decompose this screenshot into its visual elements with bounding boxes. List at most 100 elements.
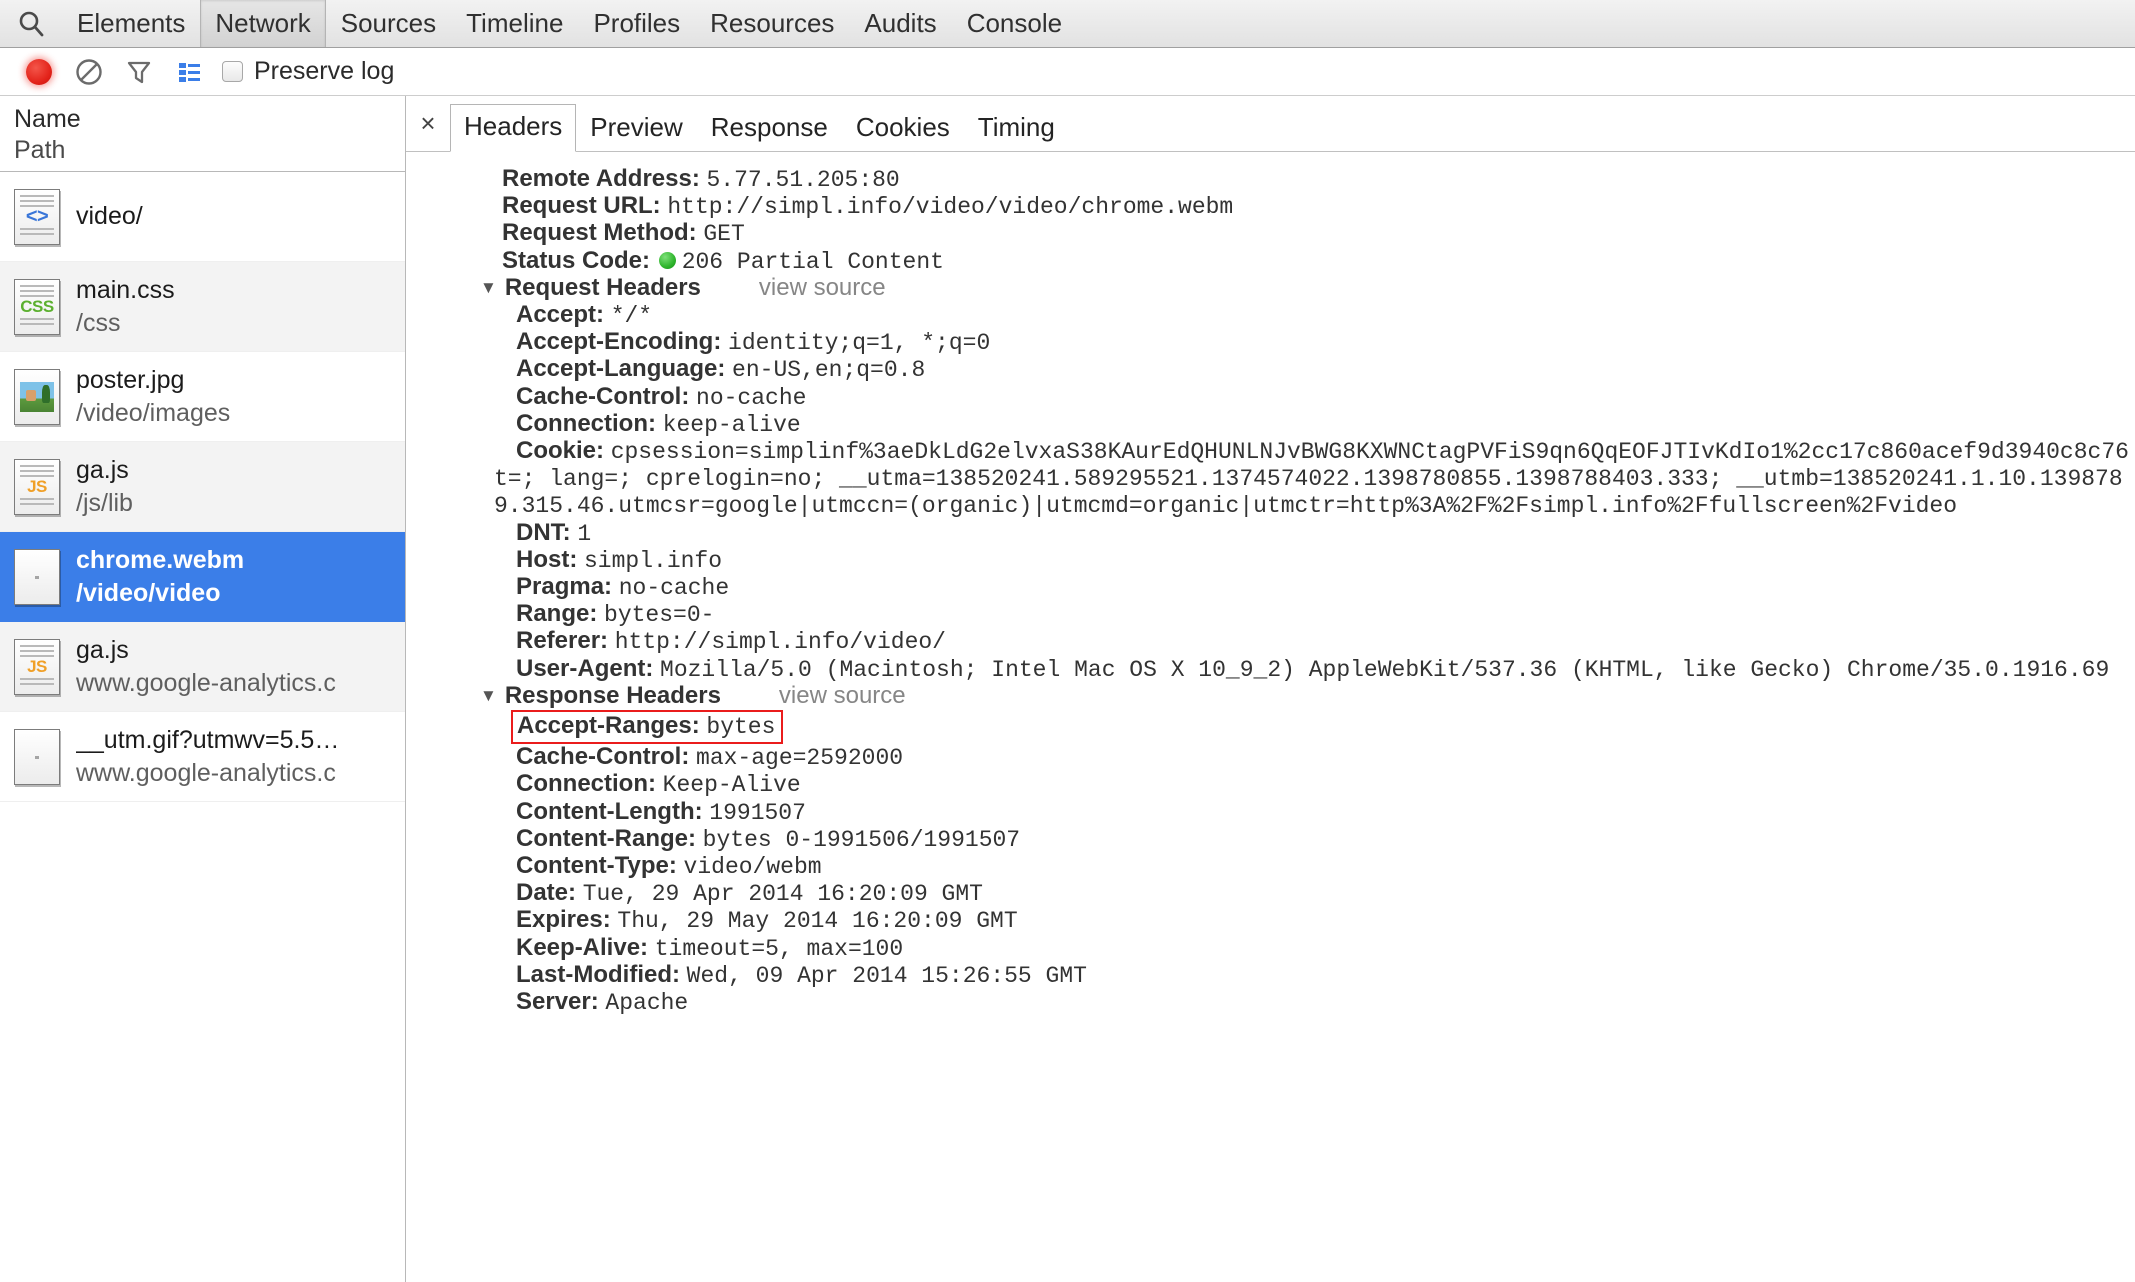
- request-headers-section-header[interactable]: ▼ Request Headers view source: [406, 275, 2135, 302]
- cookie-value-line1: cpsession=simplinf%3aeDkLdG2elvxaS38KAur…: [610, 439, 2129, 466]
- general-info-row: Request URL: http://simpl.info/video/vid…: [406, 193, 2135, 220]
- request-header-row: Accept-Encoding: identity;q=1, *;q=0: [406, 329, 2135, 356]
- tab-network[interactable]: Network: [200, 0, 326, 47]
- response-headers-section-header[interactable]: ▼ Response Headers view source: [406, 683, 2135, 710]
- request-header-row: DNT: 1: [406, 520, 2135, 547]
- request-row-name: __utm.gif?utmwv=5.5…: [76, 726, 340, 754]
- preserve-log-checkbox[interactable]: [222, 61, 243, 82]
- response-header-key: Content-Type:: [516, 852, 677, 880]
- request-row[interactable]: JS ga.js/js/lib: [0, 442, 405, 532]
- js-document-icon: JS: [14, 458, 60, 515]
- detail-tab-cookies[interactable]: Cookies: [842, 105, 964, 152]
- chevron-down-icon[interactable]: ▼: [480, 275, 497, 300]
- request-header-value: no-cache: [696, 384, 807, 411]
- record-dot-icon: [26, 58, 52, 85]
- status-code-key: Status Code:: [502, 246, 651, 274]
- request-header-row: Referer: http://simpl.info/video/: [406, 628, 2135, 655]
- request-row[interactable]: CSS main.css/css: [0, 262, 405, 352]
- devtools-tab-bar: Elements Network Sources Timeline Profiles Re…: [0, 0, 2135, 48]
- request-row-name: ga.js: [76, 636, 129, 664]
- html-document-icon: <>: [14, 188, 60, 245]
- tab-elements[interactable]: Elements: [62, 0, 200, 47]
- accept-ranges-value: bytes: [706, 714, 776, 741]
- request-row-path: /css: [76, 308, 121, 337]
- network-toolbar: Preserve log: [0, 48, 2135, 96]
- status-code-row: Status Code: 206 Partial Content: [406, 248, 2135, 275]
- detail-tab-preview[interactable]: Preview: [576, 105, 696, 152]
- request-header-value: identity;q=1, *;q=0: [728, 330, 991, 357]
- request-row[interactable]: poster.jpg/video/images: [0, 352, 405, 442]
- close-icon[interactable]: ×: [406, 108, 450, 151]
- request-headers-title: Request Headers: [504, 273, 701, 301]
- cookie-row-line1: Cookie: cpsession=simplinf%3aeDkLdG2elvx…: [406, 438, 2135, 465]
- request-header-key: DNT:: [516, 518, 571, 546]
- response-header-value: bytes 0-1991506/1991507: [702, 826, 1021, 853]
- request-view-source-link[interactable]: view source: [759, 275, 886, 300]
- status-indicator-icon: [658, 251, 676, 269]
- response-header-row: Content-Type: video/webm: [406, 853, 2135, 880]
- cookie-value-line3: 9.315.46.utmcsr=google|utmccn=(organic)|…: [494, 493, 1958, 520]
- detail-tab-strip: Headers Preview Response Cookies Timing: [450, 104, 1069, 152]
- group-by-frame-button[interactable]: [164, 52, 214, 92]
- request-headers-items-after: DNT: 1 Host: simpl.info Pragma: no-cache Ra…: [406, 520, 2135, 683]
- request-header-key: Accept:: [516, 301, 605, 329]
- response-header-value: Tue, 29 Apr 2014 16:20:09 GMT: [582, 881, 983, 908]
- request-row[interactable]: chrome.webm/video/video: [0, 532, 405, 622]
- tab-resources[interactable]: Resources: [695, 0, 849, 47]
- record-button[interactable]: [14, 52, 64, 92]
- clear-button[interactable]: [64, 52, 114, 92]
- response-header-key: Connection:: [516, 770, 656, 798]
- request-row-text: __utm.gif?utmwv=5.5… www.google-analytics…: [76, 724, 339, 789]
- request-row[interactable]: <> video/: [0, 172, 405, 262]
- magnifier-glyph: [19, 11, 44, 36]
- response-header-key: Keep-Alive:: [516, 933, 649, 961]
- response-header-row: Content-Length: 1991507: [406, 799, 2135, 826]
- column-header-name[interactable]: Name: [14, 104, 405, 135]
- response-header-key: Server:: [516, 988, 599, 1016]
- request-list-header[interactable]: Name Path: [0, 96, 405, 172]
- response-header-value: Keep-Alive: [662, 772, 801, 799]
- chevron-down-icon[interactable]: ▼: [480, 683, 497, 708]
- response-header-row: Connection: Keep-Alive: [406, 771, 2135, 798]
- preserve-log-label: Preserve log: [254, 57, 395, 85]
- response-header-row: Last-Modified: Wed, 09 Apr 2014 15:26:55…: [406, 962, 2135, 989]
- request-row-path: /video/video: [76, 578, 221, 607]
- request-header-row: Connection: keep-alive: [406, 411, 2135, 438]
- detail-tab-timing[interactable]: Timing: [964, 105, 1069, 152]
- response-header-key: Expires:: [516, 906, 611, 934]
- cookie-value-line2: t=; lang=; cprelogin=no; __utma=13852024…: [494, 466, 2123, 493]
- request-row-name: main.css: [76, 276, 175, 304]
- request-header-row: User-Agent: Mozilla/5.0 (Macintosh; Inte…: [406, 656, 2135, 683]
- tab-console[interactable]: Console: [952, 0, 1077, 47]
- tab-timeline[interactable]: Timeline: [451, 0, 578, 47]
- request-row-name: ga.js: [76, 456, 129, 484]
- response-view-source-link[interactable]: view source: [779, 683, 906, 708]
- request-header-key: Referer:: [516, 627, 609, 655]
- general-info-key: Request URL:: [502, 192, 661, 220]
- preserve-log-control[interactable]: Preserve log: [222, 57, 394, 86]
- tab-sources[interactable]: Sources: [326, 0, 451, 47]
- request-row-name: video/: [76, 202, 143, 231]
- request-header-row: Accept-Language: en-US,en;q=0.8: [406, 356, 2135, 383]
- request-row[interactable]: JS ga.js www.google-analytics.c: [0, 622, 405, 712]
- request-list-pane: Name Path <> video/CSS main.css/css poster.…: [0, 96, 406, 1282]
- search-icon[interactable]: [0, 0, 62, 47]
- filter-button[interactable]: [114, 52, 164, 92]
- request-row[interactable]: __utm.gif?utmwv=5.5… www.google-analytics…: [0, 712, 405, 802]
- request-header-row: Range: bytes=0-: [406, 601, 2135, 628]
- detail-tab-response[interactable]: Response: [697, 105, 842, 152]
- request-row-path: /video/images: [76, 398, 231, 427]
- tab-profiles[interactable]: Profiles: [578, 0, 695, 47]
- accept-ranges-key: Accept-Ranges:: [517, 712, 700, 740]
- response-header-row: Cache-Control: max-age=2592000: [406, 744, 2135, 771]
- response-header-value: Apache: [605, 990, 689, 1017]
- list-grouping-icon: [179, 62, 200, 82]
- column-header-path[interactable]: Path: [14, 135, 405, 166]
- request-row-path: www.google-analytics.c: [76, 758, 336, 787]
- request-header-key: Pragma:: [516, 573, 613, 601]
- accept-ranges-row: Accept-Ranges: bytes: [406, 710, 2135, 745]
- tab-audits[interactable]: Audits: [849, 0, 951, 47]
- request-row-name: chrome.webm: [76, 546, 245, 574]
- response-header-value: Thu, 29 May 2014 16:20:09 GMT: [617, 908, 1018, 935]
- detail-tab-headers[interactable]: Headers: [450, 104, 577, 152]
